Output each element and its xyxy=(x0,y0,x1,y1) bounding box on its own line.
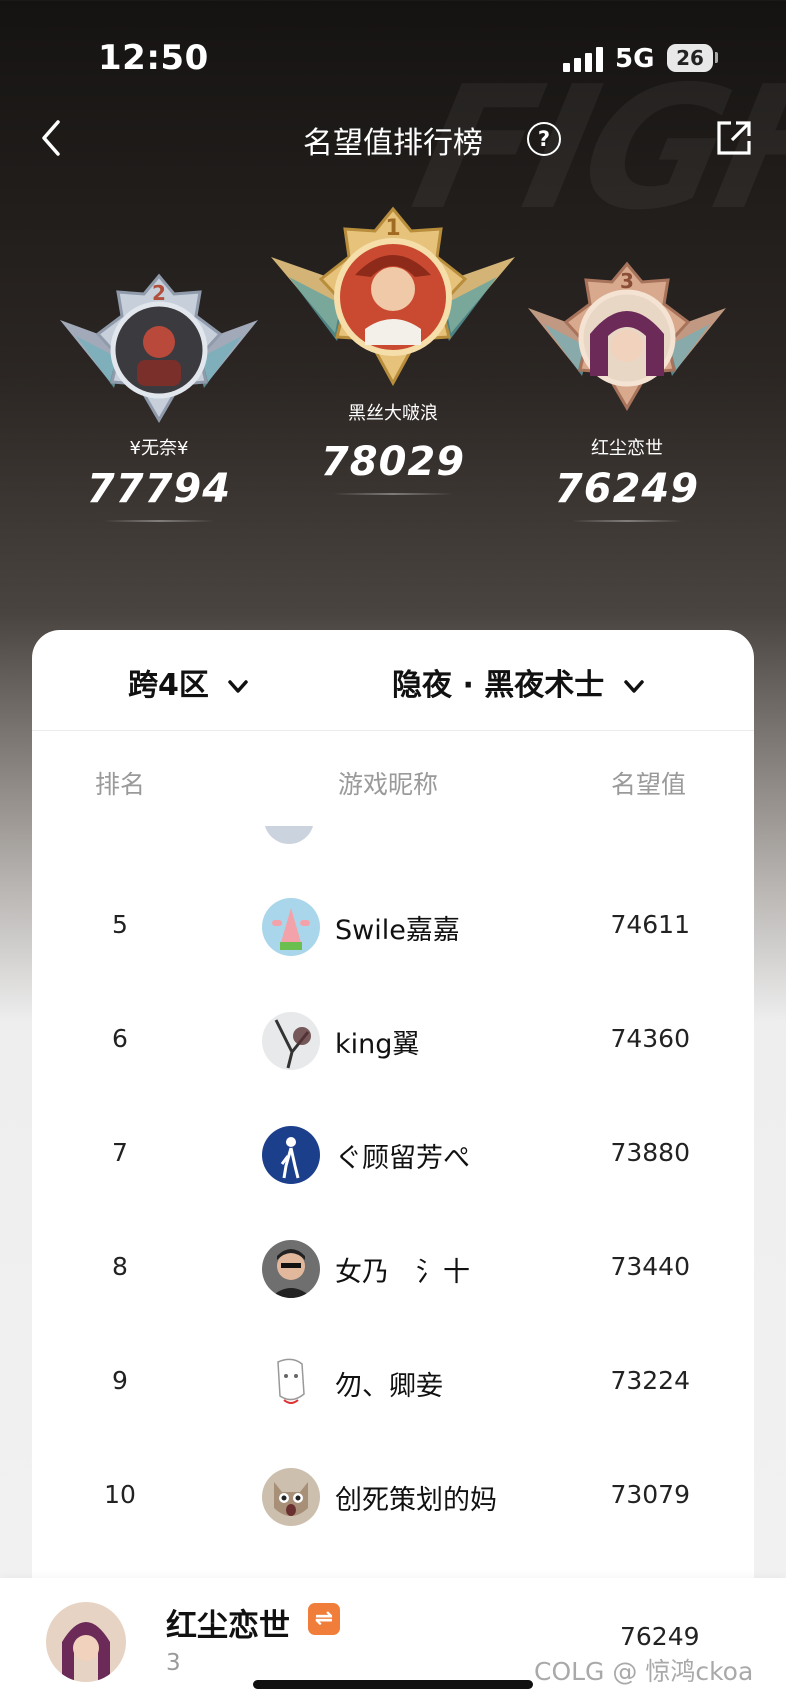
ink-avatar xyxy=(262,1012,320,1070)
watermark: COLG @ 惊鸿ckoa xyxy=(534,1657,754,1686)
podium-divider xyxy=(104,520,214,522)
row-nickname: 创死策划的妈 xyxy=(335,1485,497,1516)
my-rank: 3 xyxy=(166,1650,181,1676)
header-nickname: 游戏昵称 xyxy=(338,770,439,799)
partial-avatar xyxy=(264,826,314,844)
chevron-down-icon xyxy=(228,679,249,693)
home-indicator[interactable] xyxy=(253,1680,533,1689)
table-row[interactable]: 8 女乃 氵十 73440 xyxy=(32,1214,754,1328)
status-time: 12:50 xyxy=(98,38,209,78)
silver-medal-icon: 2 xyxy=(60,273,258,423)
row-score: 73880 xyxy=(610,1138,690,1167)
row-score: 73440 xyxy=(610,1252,690,1281)
silhouette-avatar xyxy=(262,1126,320,1184)
battery-icon: 26 xyxy=(667,44,713,72)
patrick-avatar xyxy=(262,898,320,956)
cat-avatar xyxy=(262,1468,320,1526)
table-row[interactable]: 9 勿、卿妾 73224 xyxy=(32,1328,754,1442)
table-row[interactable]: 7 ぐ顾留芳ぺ 73880 xyxy=(32,1100,754,1214)
battery-tip xyxy=(715,52,718,63)
podium-name: ¥无奈¥ xyxy=(129,438,189,459)
podium-third[interactable]: 3 红尘恋世 76249 xyxy=(518,258,736,522)
podium-second[interactable]: 2 ¥无奈¥ 77794 xyxy=(50,270,268,522)
podium-score: 76249 xyxy=(554,466,700,512)
help-button[interactable]: ? xyxy=(527,122,561,156)
row-score: 74360 xyxy=(610,1024,690,1053)
podium-place: 2 xyxy=(152,281,166,305)
row-rank: 10 xyxy=(104,1480,136,1509)
row-rank: 8 xyxy=(112,1252,128,1281)
podium-first[interactable]: 1 黑丝大啵浪 78029 xyxy=(265,205,521,495)
row-score: 73079 xyxy=(610,1480,690,1509)
row-rank: 5 xyxy=(112,910,128,939)
podium-score: 78029 xyxy=(320,439,466,485)
chevron-down-icon xyxy=(624,679,644,693)
podium-divider xyxy=(333,493,453,495)
signal-icon xyxy=(563,46,605,72)
table-row[interactable]: 6 king翼 74360 xyxy=(32,986,754,1100)
podium-name: 红尘恋世 xyxy=(591,438,663,459)
row-nickname: Swile嘉嘉 xyxy=(335,915,460,946)
table-row[interactable]: 5 Swile嘉嘉 74611 xyxy=(32,872,754,986)
table-row[interactable]: 10 创死策划的妈 73079 xyxy=(32,1442,754,1556)
man-avatar xyxy=(262,1240,320,1298)
row-score: 73224 xyxy=(610,1366,690,1395)
sketch-avatar xyxy=(262,1354,320,1412)
header-rank: 排名 xyxy=(95,770,146,799)
podium-name: 黑丝大啵浪 xyxy=(348,403,438,424)
podium-place: 3 xyxy=(620,269,634,293)
gold-medal-icon: 1 xyxy=(271,206,515,387)
row-rank: 9 xyxy=(112,1366,128,1395)
share-button[interactable] xyxy=(714,118,754,158)
podium-divider xyxy=(572,520,682,522)
network-label: 5G xyxy=(615,44,655,74)
row-rank: 6 xyxy=(112,1024,128,1053)
my-name: 红尘恋世 xyxy=(166,1608,290,1644)
job-dropdown[interactable]: 隐夜 · 黑夜术士 xyxy=(392,660,645,704)
filter-divider xyxy=(32,730,754,731)
row-rank: 7 xyxy=(112,1138,128,1167)
row-nickname: king翼 xyxy=(335,1029,420,1060)
row-nickname: ぐ顾留芳ぺ xyxy=(335,1143,470,1174)
podium-place: 1 xyxy=(385,216,400,241)
job-label: 隐夜 · 黑夜术士 xyxy=(392,668,605,703)
page-title: 名望值排行榜 xyxy=(303,126,483,161)
share-icon xyxy=(717,121,751,155)
my-score: 76249 xyxy=(620,1622,700,1651)
row-nickname: 女乃 氵十 xyxy=(335,1257,470,1288)
swap-badge-icon: ⇌ xyxy=(308,1603,340,1635)
server-dropdown[interactable]: 跨4区 xyxy=(128,660,249,704)
my-avatar xyxy=(46,1602,126,1682)
row-score: 74611 xyxy=(610,910,690,939)
bronze-medal-icon: 3 xyxy=(528,261,726,411)
row-nickname: 勿、卿妾 xyxy=(335,1371,443,1402)
podium-score: 77794 xyxy=(86,466,232,512)
header-score: 名望值 xyxy=(611,770,687,799)
server-label: 跨4区 xyxy=(128,668,209,703)
